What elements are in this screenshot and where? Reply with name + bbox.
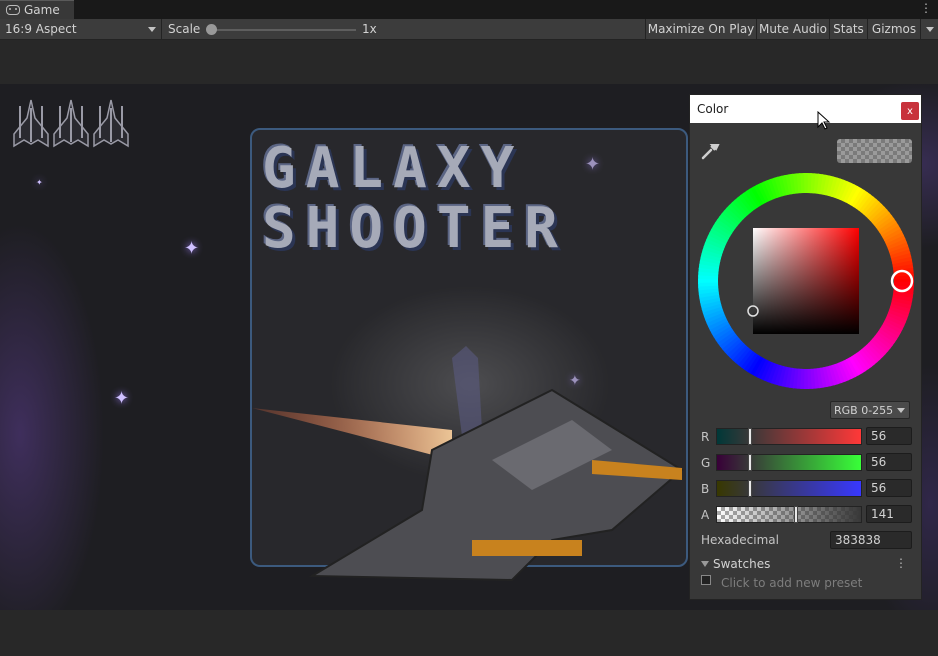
game-title-line1: GALAXY — [262, 136, 525, 201]
chevron-down-icon — [148, 27, 156, 32]
tab-menu-icon[interactable]: ⋮ — [920, 2, 932, 14]
aspect-dropdown[interactable]: 16:9 Aspect — [0, 19, 162, 39]
current-color-swatch[interactable] — [837, 139, 912, 163]
channel-a-field[interactable]: 141 — [866, 505, 912, 523]
add-preset-icon[interactable] — [701, 575, 711, 585]
tab-game[interactable]: Game — [0, 0, 74, 19]
spaceship-image — [252, 346, 684, 582]
scale-label: Scale — [168, 22, 201, 36]
channel-b-label: B — [701, 482, 710, 496]
stats-button[interactable]: Stats — [829, 19, 867, 39]
ship-life-icon — [93, 99, 129, 148]
tab-game-label: Game — [24, 3, 60, 17]
channel-handle[interactable] — [747, 428, 752, 445]
channel-r-label: R — [701, 430, 710, 444]
close-icon: x — [907, 105, 913, 117]
scale-slider-thumb[interactable] — [206, 24, 217, 35]
scale-value: 1x — [362, 22, 377, 36]
eyedropper-icon[interactable] — [700, 141, 720, 161]
viewport-letterbox-bottom — [0, 610, 938, 656]
star-icon: ✦ — [184, 238, 200, 259]
gamepad-icon — [6, 5, 20, 15]
color-mode-value: RGB 0-255 — [834, 403, 894, 417]
gizmos-dropdown[interactable] — [920, 19, 938, 39]
hexadecimal-label: Hexadecimal — [701, 533, 779, 547]
channel-g-field[interactable]: 56 — [866, 453, 912, 471]
chevron-down-icon — [925, 26, 934, 32]
swatches-menu-icon[interactable]: ⋮ — [895, 556, 907, 570]
mute-audio-button[interactable]: Mute Audio — [756, 19, 829, 39]
ship-life-icon — [13, 99, 49, 148]
color-window-title: Color — [697, 102, 729, 116]
aspect-value: 16:9 Aspect — [5, 22, 77, 36]
game-toolbar: 16:9 Aspect Scale 1x Maximize On Play Mu… — [0, 19, 938, 40]
viewport-letterbox-top — [0, 40, 938, 84]
color-picker-window: Color x RGB 0-255 R 56 G 56 B 56 A 141 H… — [689, 94, 922, 600]
scale-slider-track[interactable] — [210, 29, 356, 31]
hexadecimal-field[interactable]: 383838 — [830, 531, 912, 549]
swatches-hint[interactable]: Click to add new preset — [721, 576, 862, 590]
gizmos-button[interactable]: Gizmos — [867, 19, 920, 39]
channel-handle[interactable] — [747, 480, 752, 497]
channel-handle[interactable] — [794, 506, 799, 523]
game-title-line2: SHOOTER — [262, 196, 569, 261]
channel-r-slider[interactable] — [716, 428, 862, 445]
maximize-on-play-button[interactable]: Maximize On Play — [645, 19, 756, 39]
swatches-foldout[interactable]: Swatches — [701, 557, 770, 571]
chevron-down-icon — [897, 408, 905, 413]
mouse-cursor-icon — [817, 111, 831, 130]
color-window-header[interactable]: Color x — [690, 95, 921, 123]
hue-wheel[interactable] — [698, 173, 914, 389]
color-mode-dropdown[interactable]: RGB 0-255 — [830, 401, 910, 419]
lives-display — [12, 98, 130, 148]
star-icon: ✦ — [114, 388, 130, 409]
close-button[interactable]: x — [901, 102, 919, 120]
channel-g-slider[interactable] — [716, 454, 862, 471]
channel-r-field[interactable]: 56 — [866, 427, 912, 445]
tab-bar: Game ⋮ — [0, 0, 938, 19]
channel-g-label: G — [701, 456, 711, 470]
star-icon: ✦ — [36, 178, 43, 187]
foldout-arrow-icon — [701, 561, 709, 567]
channel-b-slider[interactable] — [716, 480, 862, 497]
channel-a-slider[interactable] — [716, 506, 862, 523]
ship-life-icon — [53, 99, 89, 148]
channel-handle[interactable] — [747, 454, 752, 471]
channel-b-field[interactable]: 56 — [866, 479, 912, 497]
channel-a-label: A — [701, 508, 710, 522]
swatches-label: Swatches — [713, 557, 771, 571]
